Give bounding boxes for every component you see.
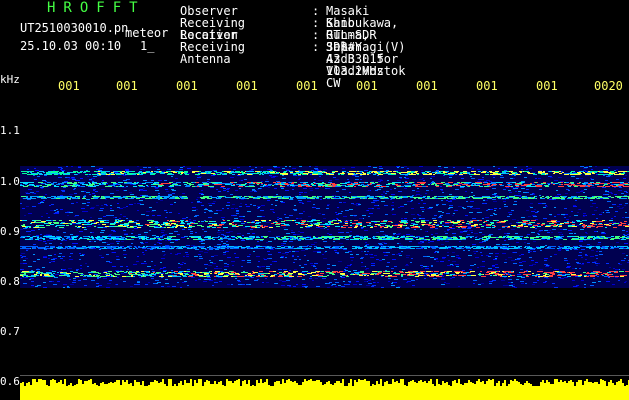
info-value: 3el Yagi(V) Az 330 for Vladivostok xyxy=(326,40,406,78)
x-tick-label: 001 xyxy=(176,79,198,93)
file-datetime: 25.10.03 00:10 xyxy=(20,39,122,53)
spectrogram-plot xyxy=(20,96,629,400)
file-counter: 1_ xyxy=(140,39,155,53)
info-separator: : xyxy=(312,40,320,54)
y-tick-label: 0.6 xyxy=(0,375,20,388)
x-tick-label: 001 xyxy=(416,79,438,93)
y-tick-label: 1.0 xyxy=(0,175,20,188)
app-title: HROFFT xyxy=(47,0,146,16)
x-tick-label: 001 xyxy=(296,79,318,93)
x-tick-label: 001 xyxy=(236,79,258,93)
file-suffix: meteor xyxy=(125,26,169,40)
x-tick-label: 001 xyxy=(116,79,138,93)
file-name: UT2510030010.pn xyxy=(20,21,129,35)
x-tick-label: 0020 xyxy=(594,79,623,93)
y-tick-label: 0.8 xyxy=(0,275,20,288)
x-tick-label: 001 xyxy=(356,79,378,93)
spectrogram-canvas xyxy=(20,166,629,400)
y-tick-label: 1.1 xyxy=(0,124,20,137)
y-tick-label: 0.7 xyxy=(0,325,20,338)
x-tick-label: 001 xyxy=(58,79,80,93)
y-axis-unit: kHz xyxy=(0,73,20,86)
x-tick-label: 001 xyxy=(476,79,498,93)
info-label: Receiving Antenna xyxy=(180,40,246,66)
x-tick-label: 001 xyxy=(536,79,558,93)
y-tick-label: 0.9 xyxy=(0,225,20,238)
amplitude-baseline xyxy=(20,375,629,400)
